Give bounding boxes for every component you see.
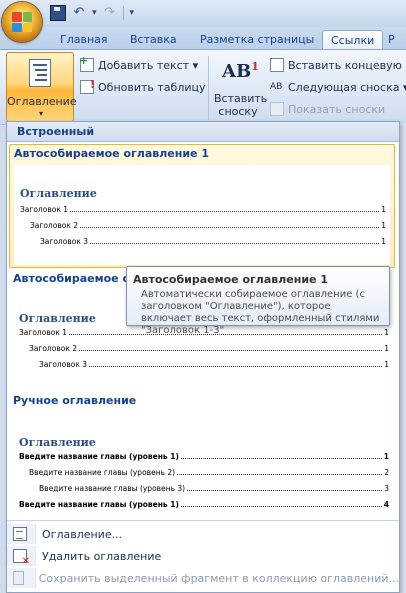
gallery-item-auto-toc-1[interactable]: Автособираемое оглавление 1 Оглавление З… [9,144,395,268]
toc-preview-line: Введите название главы (уровень 1) 1 [19,452,389,461]
update-table-label: Обновить таблицу [98,80,206,94]
save-to-gallery-icon [13,571,24,585]
show-notes-label: Показать сноски [288,102,386,116]
toc-preview-heading: Оглавление [20,187,97,200]
gallery-item-title: Автособираемое оглавление 1 [14,147,209,160]
toc-preview: Оглавление Заголовок 11 Заголовок 21 Заг… [14,165,390,265]
toc-gallery: Встроенный Автособираемое оглавление 1 О… [6,121,400,593]
toc-preview-line: Введите название главы (уровень 2) 2 [29,468,389,477]
toc-button-label: Оглавление [7,95,77,108]
add-text-label: Добавить текст ▾ [98,58,199,72]
toc-preview-line: Заголовок 21 [30,221,386,230]
next-footnote-icon: AB [270,82,283,92]
toc-document-icon [29,59,51,87]
toc-preview-line: Введите название главы (уровень 3) 3 [39,484,389,493]
chevron-down-icon: ▾ [38,109,43,118]
ribbon-tabs: Главная Вставка Разметка страницы Ссылки… [0,27,406,50]
redo-icon[interactable]: ↷ [103,6,117,20]
toc-preview: Оглавление Введите название главы (урове… [17,412,391,514]
menu-item-label: Удалить оглавление [42,549,162,563]
tooltip-body: Автоматически собираемое оглавление (с з… [141,289,380,336]
undo-icon[interactable]: ↶ [72,6,86,20]
save-icon[interactable] [50,5,66,21]
insert-footnote-label: Вставить сноску [214,92,268,118]
tooltip-title: Автособираемое оглавление 1 [133,273,328,286]
insert-endnote-icon [270,58,284,72]
menu-item-save-selection[interactable]: Сохранить выделенный фрагмент в коллекци… [7,568,399,588]
update-table-icon [80,78,95,94]
next-footnote-label: Следующая сноска ▾ [288,80,406,94]
qat-divider [122,6,124,20]
toc-preview-line: Заголовок 11 [20,205,386,214]
ribbon: Оглавление ▾ Добавить текст ▾ Обновить т… [0,49,406,125]
next-footnote-button[interactable]: AB Следующая сноска ▾ [270,80,406,94]
add-text-icon [79,54,94,72]
show-notes-icon [270,102,284,116]
insert-footnote-button[interactable]: Вставить сноску [214,92,267,118]
remove-toc-icon [13,549,30,567]
toc-preview-heading: Оглавление [19,436,96,449]
qat-customize-button[interactable]: ▾ [130,8,135,18]
menu-item-toc-dialog[interactable]: Оглавление... [7,524,399,544]
update-table-button[interactable]: Обновить таблицу [80,78,206,94]
tab-home[interactable]: Главная [52,30,116,49]
toc-preview-heading: Оглавление [19,312,96,325]
menu-item-label: Сохранить выделенный фрагмент в коллекци… [38,571,399,585]
office-logo-icon [12,12,32,32]
add-text-button[interactable]: Добавить текст ▾ [79,54,199,72]
insert-endnote-button[interactable]: Вставить концевую сн [270,58,406,72]
toc-icon [13,527,27,541]
tab-page-layout[interactable]: Разметка страницы [192,30,322,49]
tab-insert[interactable]: Вставка [122,30,185,49]
insert-footnote-icon[interactable]: AB1 [222,60,259,82]
gallery-section-header: Встроенный [7,122,399,142]
toc-preview-line: Заголовок 31 [39,360,389,369]
toc-preview-line: Введите название главы (уровень 1) 4 [19,500,389,509]
menu-item-remove-toc[interactable]: Удалить оглавление [7,546,399,567]
quick-access-toolbar: ↶ ▾ ↷ ▾ [50,4,134,22]
insert-endnote-label: Вставить концевую сн [288,58,406,72]
undo-dropdown-icon[interactable]: ▾ [92,8,97,18]
gallery-divider [7,520,399,521]
tab-references[interactable]: Ссылки [322,30,384,50]
menu-item-label: Оглавление... [42,527,123,541]
show-notes-button[interactable]: Показать сноски [270,102,385,116]
tab-next[interactable]: Р [380,30,403,49]
tooltip: Автособираемое оглавление 1 Автоматическ… [126,266,390,336]
title-bar: ↶ ▾ ↷ ▾ [0,0,406,42]
office-button[interactable] [2,2,42,42]
toc-preview-line: Заголовок 21 [29,344,389,353]
gallery-item-manual-toc[interactable]: Ручное оглавление Оглавление Введите наз… [9,392,395,516]
ribbon-group-divider [208,56,209,120]
gallery-item-title: Ручное оглавление [13,394,137,407]
toc-button[interactable]: Оглавление ▾ [6,52,77,122]
toc-preview-line: Заголовок 31 [40,237,386,246]
